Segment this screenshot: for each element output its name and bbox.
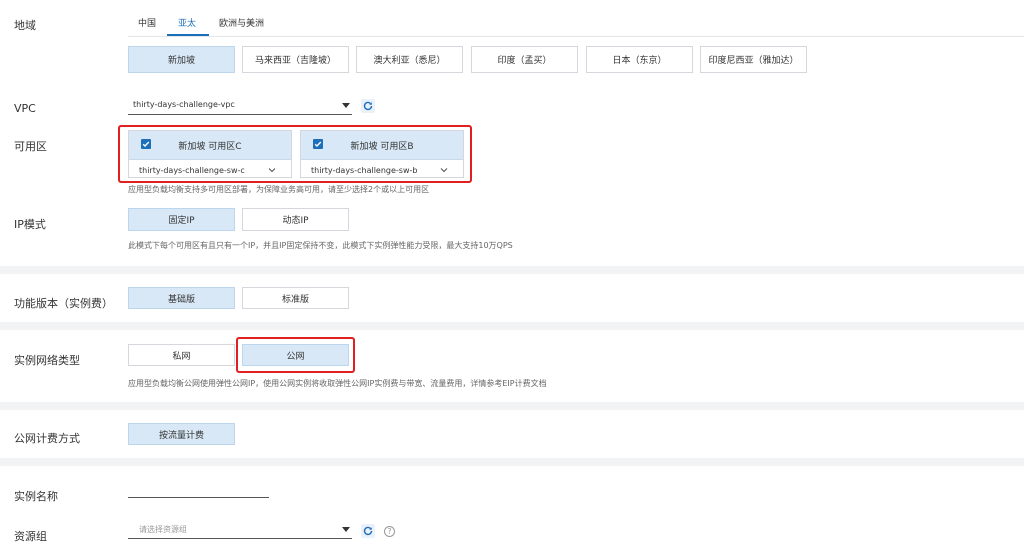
region-label: 地域 — [14, 19, 36, 32]
vpc-select[interactable]: thirty-days-challenge-vpc — [128, 98, 352, 115]
region-option-india[interactable]: 印度（孟买） — [471, 46, 578, 73]
caret-down-icon — [342, 103, 350, 108]
section-divider — [0, 322, 1024, 330]
instance-name-input[interactable] — [128, 480, 269, 498]
billing-section: 公网计费方式 按流量计费 — [0, 410, 1024, 458]
network-type-private-button[interactable]: 私网 — [128, 344, 235, 366]
public-highlight-box — [236, 337, 355, 373]
vpc-label: VPC — [14, 102, 36, 115]
section-divider — [0, 458, 1024, 466]
edition-label: 功能版本（实例费） — [14, 297, 113, 310]
network-type-label: 实例网络类型 — [14, 354, 80, 367]
caret-down-icon — [342, 527, 350, 532]
zones-highlight-box — [118, 125, 472, 183]
tabs-divider — [128, 36, 1024, 37]
ip-mode-hint: 此模式下每个可用区有且只有一个IP，并且IP固定保持不变，此模式下实例弹性能力受… — [128, 241, 513, 250]
basic-info-section: 实例名称 资源组 请选择资源组 ? — [0, 466, 1024, 548]
network-type-section: 实例网络类型 私网 公网 应用型负载均衡公网使用弹性公网IP，使用公网实例将收取… — [0, 330, 1024, 402]
region-option-singapore[interactable]: 新加坡 — [128, 46, 235, 73]
zones-hint: 应用型负载均衡支持多可用区部署，为保障业务高可用，请至少选择2个或以上可用区 — [128, 185, 430, 194]
region-option-japan[interactable]: 日本（东京） — [586, 46, 693, 73]
network-type-hint: 应用型负载均衡公网使用弹性公网IP，使用公网实例将收取弹性公网IP实例费与带宽、… — [128, 379, 547, 388]
refresh-icon[interactable] — [361, 524, 375, 538]
region-option-indonesia[interactable]: 印度尼西亚（雅加达） — [700, 46, 807, 73]
section-divider — [0, 266, 1024, 274]
tab-europe-americas[interactable]: 欧洲与美洲 — [219, 16, 264, 29]
tab-china[interactable]: 中国 — [138, 16, 156, 29]
ip-mode-label: IP模式 — [14, 218, 46, 231]
ip-mode-fixed-button[interactable]: 固定IP — [128, 208, 235, 231]
network-section: 地域 中国 亚太 欧洲与美洲 新加坡 马来西亚（吉隆坡） 澳大利亚（悉尼） 印度… — [0, 0, 1024, 266]
slb-create-form: 地域 中国 亚太 欧洲与美洲 新加坡 马来西亚（吉隆坡） 澳大利亚（悉尼） 印度… — [0, 0, 1024, 548]
billing-label: 公网计费方式 — [14, 432, 80, 445]
section-divider — [0, 402, 1024, 410]
edition-standard-button[interactable]: 标准版 — [242, 287, 349, 309]
instance-name-label: 实例名称 — [14, 490, 58, 503]
edition-basic-button[interactable]: 基础版 — [128, 287, 235, 309]
resource-group-label: 资源组 — [14, 530, 47, 543]
refresh-icon[interactable] — [361, 99, 375, 113]
help-icon[interactable]: ? — [384, 526, 395, 537]
billing-by-traffic-button[interactable]: 按流量计费 — [128, 423, 235, 445]
vpc-select-value: thirty-days-challenge-vpc — [133, 100, 235, 109]
edition-section: 功能版本（实例费） 基础版 标准版 — [0, 274, 1024, 322]
region-option-malaysia[interactable]: 马来西亚（吉隆坡） — [242, 46, 349, 73]
ip-mode-dynamic-button[interactable]: 动态IP — [242, 208, 349, 231]
zones-label: 可用区 — [14, 140, 47, 153]
resource-group-placeholder: 请选择资源组 — [139, 525, 187, 534]
region-option-australia[interactable]: 澳大利亚（悉尼） — [356, 46, 463, 73]
resource-group-select[interactable]: 请选择资源组 — [128, 522, 352, 539]
tab-asia-pacific[interactable]: 亚太 — [178, 16, 196, 29]
